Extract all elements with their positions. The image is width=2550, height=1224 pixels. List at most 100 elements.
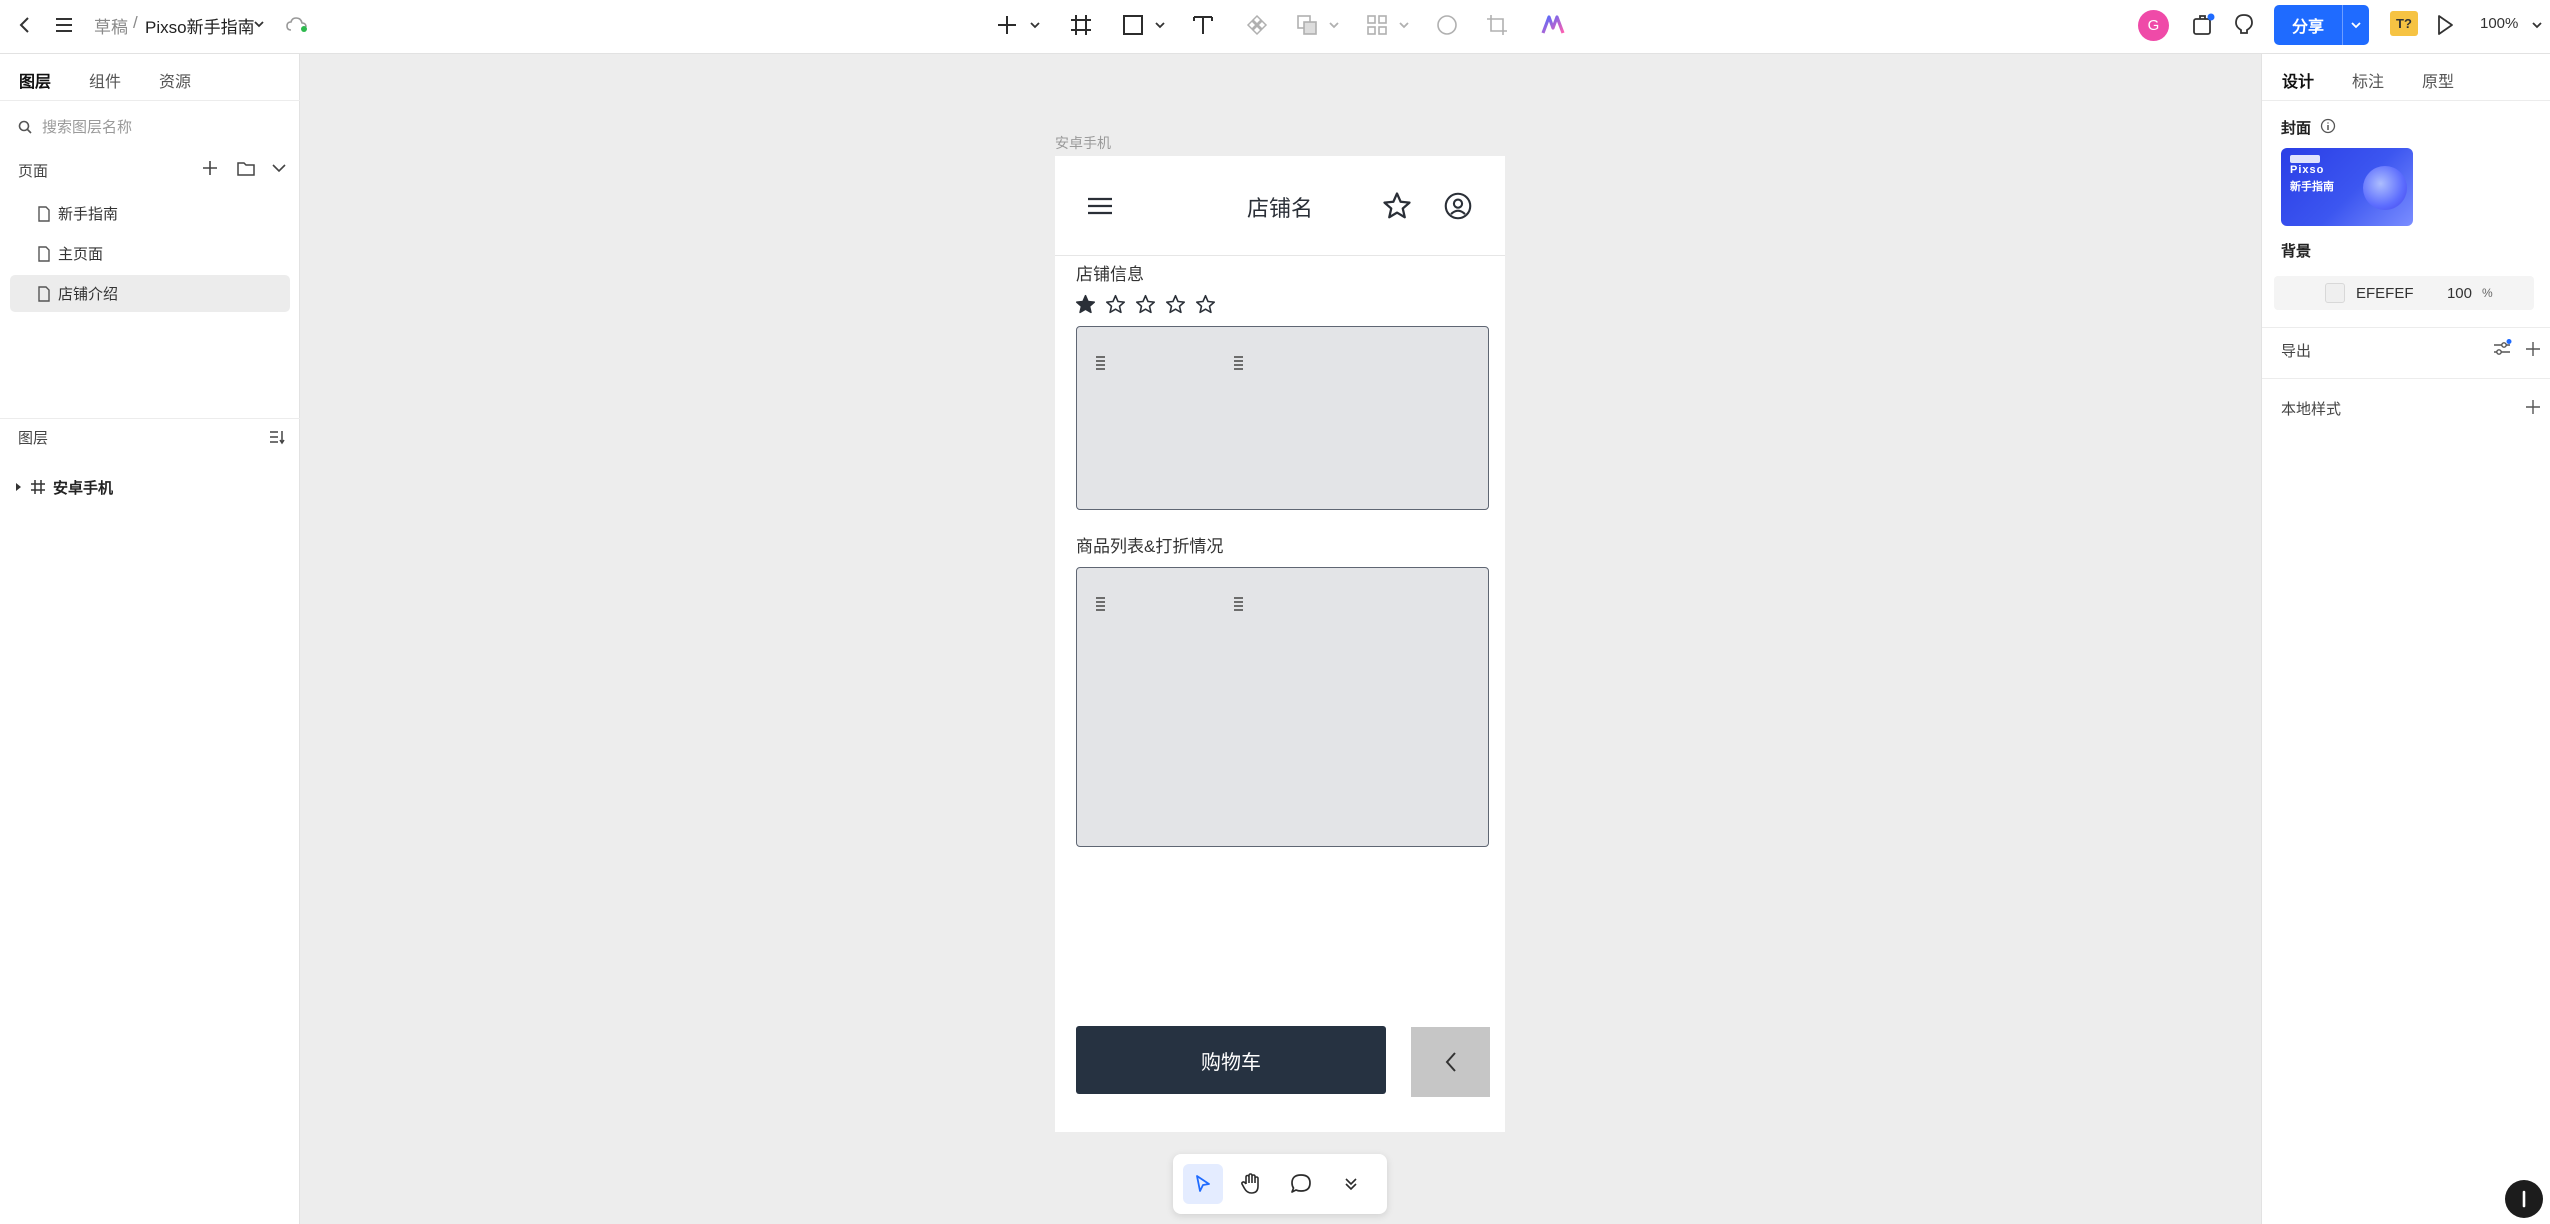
info-icon[interactable] (2319, 117, 2337, 135)
zoom-dropdown-icon[interactable] (2530, 18, 2544, 32)
star-filled-icon[interactable] (1075, 294, 1096, 315)
left-panel: 图层 组件 资源 页面 新手指南 主页面 店铺介绍 图层 安卓手机 (0, 54, 300, 1224)
boolean-dropdown-icon (1327, 18, 1341, 32)
page-item[interactable]: 新手指南 (10, 195, 290, 232)
tab-prototype[interactable]: 原型 (2422, 68, 2454, 92)
cover-orb (2363, 166, 2407, 210)
favorite-star-icon[interactable] (1380, 189, 1414, 223)
frame-icon (31, 480, 45, 494)
plugin-icon[interactable] (2190, 11, 2216, 39)
comment-tool[interactable] (1281, 1164, 1321, 1204)
cover-title: Pixso (2290, 164, 2325, 176)
phone-frame[interactable]: 店铺名 店铺信息 商品列表&打折情况 购物车 (1055, 156, 1505, 1132)
page-item-selected[interactable]: 店铺介绍 (10, 275, 290, 312)
star-empty-icon[interactable] (1105, 294, 1126, 315)
left-tabs: 图层 组件 资源 (0, 54, 300, 101)
help-button[interactable] (2505, 1180, 2543, 1218)
menu-icon[interactable] (52, 13, 76, 37)
star-empty-icon[interactable] (1195, 294, 1216, 315)
page-item-label: 主页面 (58, 246, 104, 263)
phone-header: 店铺名 (1055, 156, 1505, 256)
store-info-placeholder[interactable] (1076, 326, 1489, 510)
crop-icon (1484, 12, 1510, 38)
shape-dropdown-icon[interactable] (1153, 18, 1167, 32)
add-style-icon[interactable] (2524, 398, 2542, 416)
layer-sort-icon[interactable] (268, 428, 288, 446)
zoom-level[interactable]: 100% (2480, 15, 2518, 32)
tab-layers[interactable]: 图层 (19, 68, 51, 92)
collapse-pages-icon[interactable] (270, 160, 288, 176)
right-tabs: 设计 标注 原型 (2262, 54, 2550, 101)
add-export-icon[interactable] (2524, 340, 2542, 358)
expand-triangle-icon[interactable] (14, 482, 22, 492)
store-name-title: 店铺名 (1246, 196, 1313, 221)
list-glyph-icon (1234, 597, 1243, 611)
cart-button[interactable]: 购物车 (1076, 1026, 1386, 1094)
share-dropdown-icon[interactable] (2342, 5, 2369, 45)
tab-inspect[interactable]: 标注 (2352, 68, 2384, 92)
add-page-icon[interactable] (200, 158, 220, 178)
cover-subtitle: 新手指南 (2290, 181, 2334, 193)
play-icon[interactable] (2432, 12, 2458, 38)
product-list-placeholder[interactable] (1076, 567, 1489, 847)
cover-label: 封面 (2281, 120, 2312, 137)
file-name[interactable]: Pixso新手指南 (145, 13, 255, 38)
user-profile-icon[interactable] (1441, 189, 1475, 223)
panel-divider (2262, 327, 2550, 328)
breadcrumb-separator: / (133, 13, 138, 32)
text-tool-icon[interactable] (1190, 12, 1216, 38)
back-icon[interactable] (13, 13, 37, 37)
background-hex[interactable]: EFEFEF (2356, 285, 2432, 302)
chevron-double-down-icon (1345, 1178, 1357, 1191)
cover-chip (2290, 155, 2320, 163)
search-icon (18, 120, 32, 134)
back-button[interactable] (1411, 1027, 1490, 1097)
panel-divider (2262, 378, 2550, 379)
export-settings-icon[interactable] (2491, 338, 2513, 360)
add-icon[interactable] (994, 12, 1020, 38)
background-label: 背景 (2281, 243, 2312, 260)
layers-title: 图层 (18, 430, 49, 447)
frame-label[interactable]: 安卓手机 (1055, 133, 1111, 153)
top-toolbar: 草稿 / Pixso新手指南 G 分享 T? 100% (0, 0, 2550, 54)
ai-plugin-icon[interactable] (1540, 12, 1566, 38)
page-item[interactable]: 主页面 (10, 235, 290, 272)
rating-stars[interactable] (1075, 294, 1216, 315)
pages-title: 页面 (18, 163, 49, 180)
layer-search[interactable] (18, 111, 288, 143)
tab-assets[interactable]: 资源 (159, 68, 191, 92)
background-fill-row[interactable]: EFEFEF 100 % (2274, 276, 2534, 310)
user-avatar[interactable]: G (2138, 10, 2169, 41)
color-swatch[interactable] (2325, 283, 2345, 303)
search-input[interactable] (42, 118, 282, 136)
page-item-label: 店铺介绍 (58, 286, 119, 303)
store-info-label: 店铺信息 (1076, 265, 1144, 284)
more-tools[interactable] (1331, 1164, 1371, 1204)
pointer-tool[interactable] (1183, 1164, 1223, 1204)
breadcrumb-root[interactable]: 草稿 (94, 13, 128, 38)
right-panel: 设计 标注 原型 封面 Pixso 新手指南 背景 EFEFEF 100 % 导… (2261, 54, 2550, 1224)
file-menu-chevron-icon[interactable] (252, 17, 266, 31)
cover-thumbnail[interactable]: Pixso 新手指南 (2281, 148, 2413, 226)
share-label[interactable]: 分享 (2274, 5, 2342, 45)
lightbulb-icon[interactable] (2231, 11, 2257, 39)
background-opacity[interactable]: 100 (2432, 285, 2472, 302)
local-styles-label: 本地样式 (2281, 401, 2342, 418)
star-empty-icon[interactable] (1165, 294, 1186, 315)
add-dropdown-icon[interactable] (1028, 18, 1042, 32)
tab-components[interactable]: 组件 (89, 68, 121, 92)
page-icon (38, 205, 50, 222)
hand-tool[interactable] (1231, 1164, 1271, 1204)
layer-name: 安卓手机 (53, 479, 114, 497)
folder-icon[interactable] (235, 158, 257, 178)
share-button[interactable]: 分享 (2274, 5, 2369, 45)
page-icon (38, 245, 50, 262)
boolean-icon (1294, 12, 1320, 38)
tab-design[interactable]: 设计 (2282, 68, 2314, 92)
star-empty-icon[interactable] (1135, 294, 1156, 315)
layer-row[interactable]: 安卓手机 (14, 472, 113, 502)
frame-tool-icon[interactable] (1068, 12, 1094, 38)
page-icon (38, 285, 50, 302)
rectangle-tool-icon[interactable] (1120, 12, 1146, 38)
text-check-badge[interactable]: T? (2390, 11, 2418, 36)
